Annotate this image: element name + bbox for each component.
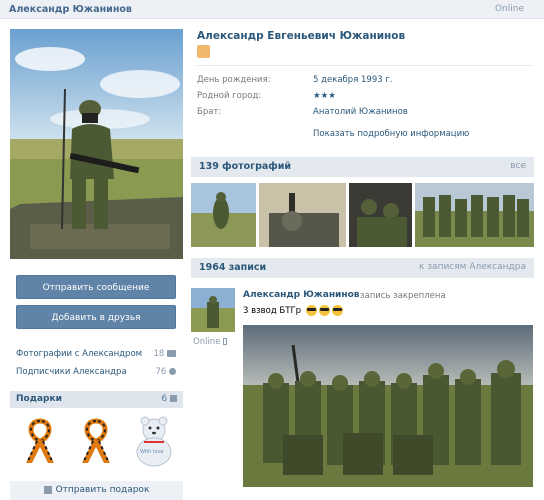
- post-text: 3 взвод БТГр: [243, 305, 343, 316]
- sunglasses-emoji-icon: [305, 305, 317, 316]
- followers-link[interactable]: Подписчики Александра 76: [16, 367, 176, 377]
- photos-title: 139 фотографий: [199, 161, 292, 172]
- followers-label: Подписчики Александра: [16, 367, 127, 377]
- send-gift-label: Отправить подарок: [55, 485, 150, 495]
- thumbs-up-icon[interactable]: [197, 45, 210, 58]
- to-posts-link[interactable]: к записям Александра: [419, 262, 526, 272]
- camera-icon: [167, 350, 176, 357]
- gift-ribbon-1[interactable]: [18, 417, 62, 467]
- divider: [197, 65, 533, 66]
- post-pinned-label: запись закреплена: [360, 291, 446, 301]
- gifts-header[interactable]: Подарки 6: [10, 391, 183, 408]
- gift-icon: [43, 485, 52, 494]
- post-photo[interactable]: [243, 325, 533, 487]
- info-label: Родной город:: [197, 91, 262, 101]
- profile-full-name: Александр Евгеньевич Южанинов: [197, 30, 406, 42]
- post-online-status: Online: [193, 337, 228, 347]
- post-author[interactable]: Александр Южанинов: [243, 290, 359, 300]
- online-status: Online: [494, 4, 524, 14]
- photo-thumb-4[interactable]: [415, 183, 534, 247]
- wall-title: 1964 записи: [199, 262, 267, 273]
- photo-thumb-3[interactable]: [349, 183, 412, 247]
- gifts-title: Подарки: [16, 394, 62, 404]
- photo-thumb-2[interactable]: [259, 183, 346, 247]
- info-value[interactable]: Анатолий Южанинов: [313, 107, 408, 117]
- photos-header[interactable]: 139 фотографий все: [191, 157, 534, 177]
- gift-ribbon-2[interactable]: [74, 417, 118, 467]
- info-label: Брат:: [197, 107, 222, 117]
- wall-header[interactable]: 1964 записи к записям Александра: [191, 258, 534, 278]
- photos-with-label: Фотографии с Александром: [16, 349, 143, 359]
- sunglasses-emoji-icon: [331, 305, 343, 316]
- followers-count: 76: [155, 367, 176, 377]
- gift-icon: [170, 395, 177, 402]
- gift-bear-text: With love: [140, 449, 164, 455]
- header-name[interactable]: Александр Южанинов: [9, 4, 132, 15]
- photos-all-link[interactable]: все: [510, 161, 526, 171]
- photos-with-link[interactable]: Фотографии с Александром 18: [16, 349, 176, 359]
- profile-photo[interactable]: [10, 29, 183, 259]
- info-label: День рождения:: [197, 75, 271, 85]
- gifts-count: 6: [161, 394, 177, 404]
- gift-bear[interactable]: With love: [128, 414, 180, 470]
- send-message-button[interactable]: Отправить сообщение: [16, 275, 176, 299]
- mobile-icon: [223, 338, 228, 345]
- post-avatar[interactable]: [191, 288, 235, 332]
- photos-with-count: 18: [153, 349, 176, 359]
- show-more-link[interactable]: Показать подробную информацию: [313, 129, 469, 139]
- top-bar: Александр Южанинов Online: [0, 0, 544, 19]
- photo-thumb-1[interactable]: [191, 183, 256, 247]
- sunglasses-emoji-icon: [318, 305, 330, 316]
- info-value[interactable]: ★★★: [313, 91, 336, 101]
- send-gift-button[interactable]: Отправить подарок: [10, 481, 183, 500]
- info-value[interactable]: 5 декабря 1993 г.: [313, 75, 393, 85]
- user-icon: [169, 368, 176, 375]
- add-friend-button[interactable]: Добавить в друзья: [16, 305, 176, 329]
